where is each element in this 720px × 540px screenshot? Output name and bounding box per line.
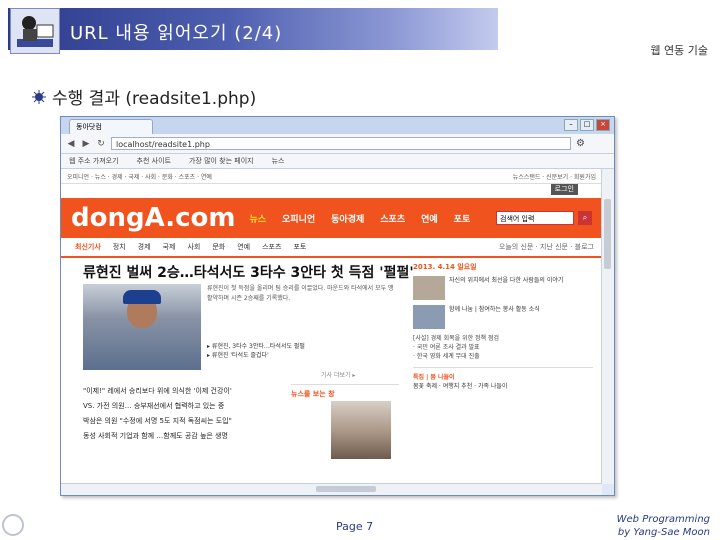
bullet-icon xyxy=(32,89,46,104)
site-search-input[interactable]: 검색어 입력 xyxy=(496,211,574,225)
nav-opinion[interactable]: 오피니언 xyxy=(282,212,315,225)
special-title[interactable]: 특집 | 봄 나들이 xyxy=(413,372,593,381)
url-input[interactable]: localhost/readsite1.php xyxy=(111,137,571,150)
course-label: 웹 연동 기술 xyxy=(650,44,708,57)
maximize-button[interactable]: □ xyxy=(580,119,594,131)
credit-line: Web Programming xyxy=(616,514,710,525)
subnav-item[interactable]: 사회 xyxy=(187,242,200,252)
bookmark-item[interactable]: 추천 사이트 xyxy=(137,154,171,168)
vertical-scrollbar[interactable] xyxy=(601,169,614,484)
bookmark-item[interactable]: 웹 주소 가져오기 xyxy=(69,154,119,168)
list-item[interactable]: VS. 가전 의원… 승부재선에서 협력하고 있는 중 xyxy=(83,399,283,414)
top-links-left[interactable]: 오피니언 · 뉴스 · 경제 · 국제 · 사회 · 문화 · 스포츠 · 연예 xyxy=(67,172,212,181)
special-text[interactable]: 봄꽃 축제 · 여행지 추천 · 가족 나들이 xyxy=(413,381,593,390)
top-links-right[interactable]: 뉴스스탠드 · 신문보기 · 회원가입 xyxy=(513,172,596,181)
side-thumb xyxy=(413,276,445,300)
site-logo[interactable]: dongA.com xyxy=(71,203,235,233)
university-seal-icon xyxy=(2,514,24,536)
column-photo[interactable] xyxy=(331,401,391,459)
scroll-thumb[interactable] xyxy=(604,199,611,269)
site-content: 류현진 벌써 2승…타석서도 3타수 3안타 첫 득점 '펄펄' 류현진이 첫 … xyxy=(61,258,602,459)
site-search: 검색어 입력 ⌕ xyxy=(496,211,592,225)
subnav-right[interactable]: 오늘의 신문 · 지난 신문 · 블로그 xyxy=(499,242,594,252)
window-controls: – □ × xyxy=(564,119,610,131)
back-icon[interactable]: ◀ xyxy=(66,139,76,149)
article-summary: 류현진이 첫 득점을 올리며 팀 승리를 이끌었다. 마운드와 타석에서 모두 … xyxy=(207,285,394,302)
headline-photo[interactable] xyxy=(83,284,201,370)
bookmark-item[interactable]: 가장 많이 찾는 페이지 xyxy=(189,154,254,168)
minimize-button[interactable]: – xyxy=(564,119,578,131)
subnav-item[interactable]: 포토 xyxy=(293,242,306,252)
site-subnav: 최신기사 정치 경제 국제 사회 문화 연예 스포츠 포토 오늘의 신문 · 지… xyxy=(61,238,602,258)
nav-entertainment[interactable]: 연예 xyxy=(421,212,438,225)
related-links: ▸ 류현진, 3타수 3안타…타석서도 펄펄 ▸ 류현진 '타석도 즐겁다' xyxy=(207,342,305,360)
subnav-item[interactable]: 스포츠 xyxy=(262,242,281,252)
search-icon[interactable]: ⌕ xyxy=(578,211,592,225)
side-thumb xyxy=(413,305,445,329)
column-title[interactable]: 뉴스를 보는 창 xyxy=(291,389,399,399)
side-list: [사설] 경제 회복을 위한 정책 점검 · 국민 여론 조사 결과 발표 · … xyxy=(413,334,593,361)
site-sidebar: 2013. 4.14 일요일 자신의 위치에서 최선을 다한 사람들의 이야기 … xyxy=(413,258,593,458)
bookmarks-bar: 웹 주소 가져오기 추천 사이트 가장 많이 찾는 페이지 뉴스 xyxy=(61,154,614,169)
list-item[interactable]: 박삼은 의원 "수정에 서명 5도 지적 독점씨는 도입" xyxy=(83,414,283,429)
nav-sports[interactable]: 스포츠 xyxy=(380,212,405,225)
page-viewport: 오피니언 · 뉴스 · 경제 · 국제 · 사회 · 문화 · 스포츠 · 연예… xyxy=(61,169,602,484)
subnav-item[interactable]: 국제 xyxy=(163,242,176,252)
side-text: 자신의 위치에서 최선을 다한 사람들의 이야기 xyxy=(449,277,564,284)
list-item[interactable]: · 한국 영화 세계 무대 진출 xyxy=(413,352,593,361)
slide-title: URL 내용 읽어오기 (2/4) xyxy=(70,23,283,44)
list-item[interactable]: "이제!" 레에서 승리보다 위에 의식한 '이제 건강이' xyxy=(83,384,283,399)
scroll-thumb[interactable] xyxy=(316,486,376,492)
photo-cap xyxy=(123,290,161,304)
forward-icon[interactable]: ▶ xyxy=(81,139,91,149)
reload-icon[interactable]: ↻ xyxy=(96,139,106,149)
bullet-text: 수행 결과 (readsite1.php) xyxy=(52,89,257,109)
subnav-item[interactable]: 정치 xyxy=(113,242,126,252)
browser-window: 동아닷컴 – □ × ◀ ▶ ↻ localhost/readsite1.php… xyxy=(60,116,615,496)
presenter-logo-icon xyxy=(10,8,60,54)
subnav-item[interactable]: 문화 xyxy=(212,242,225,252)
column-box: 뉴스를 보는 창 xyxy=(291,384,399,459)
bullet-row: 수행 결과 (readsite1.php) xyxy=(32,84,256,109)
login-row: 로그인 xyxy=(61,184,602,198)
page-number: Page 7 xyxy=(336,520,374,533)
tab-strip: 동아닷컴 – □ × xyxy=(61,117,614,134)
subnav-item[interactable]: 최신기사 xyxy=(75,242,101,252)
browser-tab[interactable]: 동아닷컴 xyxy=(69,119,153,134)
list-item[interactable]: 동성 사회적 기업과 함께 …함께도 공감 높은 생명 xyxy=(83,429,283,444)
credit-line: by Yang-Sae Moon xyxy=(617,527,710,538)
site-nav: 뉴스 오피니언 동아경제 스포츠 연예 포토 xyxy=(249,212,470,225)
news-list: "이제!" 레에서 승리보다 위에 의식한 '이제 건강이' VS. 가전 의원… xyxy=(83,384,283,444)
date-label: 2013. 4.14 일요일 xyxy=(413,263,477,271)
more-link[interactable]: 기사 더보기 ▸ xyxy=(321,370,355,379)
related-link[interactable]: ▸ 류현진 '타석도 즐겁다' xyxy=(207,351,305,360)
address-bar: ◀ ▶ ↻ localhost/readsite1.php ⚙ xyxy=(61,134,614,154)
headline[interactable]: 류현진 벌써 2승…타석서도 3타수 3안타 첫 득점 '펄펄' xyxy=(83,262,414,282)
close-button[interactable]: × xyxy=(596,119,610,131)
site-masthead: dongA.com 뉴스 오피니언 동아경제 스포츠 연예 포토 검색어 입력 … xyxy=(61,198,602,238)
footer-credit: Web Programming by Yang-Sae Moon xyxy=(617,513,710,539)
subnav-item[interactable]: 경제 xyxy=(138,242,151,252)
university-logo xyxy=(2,512,72,538)
list-item[interactable]: · 국민 여론 조사 결과 발표 xyxy=(413,343,593,352)
side-item[interactable]: 자신의 위치에서 최선을 다한 사람들의 이야기 xyxy=(413,276,593,300)
side-text: 함께 나눔 | 참여하는 봉사 활동 소식 xyxy=(449,306,540,313)
subnav-item[interactable]: 연예 xyxy=(237,242,250,252)
wrench-icon[interactable]: ⚙ xyxy=(576,138,585,149)
related-link[interactable]: ▸ 류현진, 3타수 3안타…타석서도 펄펄 xyxy=(207,342,305,351)
list-item[interactable]: [사설] 경제 회복을 위한 정책 점검 xyxy=(413,334,593,343)
site-topline: 오피니언 · 뉴스 · 경제 · 국제 · 사회 · 문화 · 스포츠 · 연예… xyxy=(61,169,602,184)
login-button[interactable]: 로그인 xyxy=(550,184,578,195)
bookmark-item[interactable]: 뉴스 xyxy=(272,154,285,168)
nav-economy[interactable]: 동아경제 xyxy=(331,212,364,225)
nav-news[interactable]: 뉴스 xyxy=(249,212,266,225)
nav-photo[interactable]: 포토 xyxy=(454,212,471,225)
special-section: 특집 | 봄 나들이 봄꽃 축제 · 여행지 추천 · 가족 나들이 xyxy=(413,367,593,390)
side-item[interactable]: 함께 나눔 | 참여하는 봉사 활동 소식 xyxy=(413,305,593,329)
horizontal-scrollbar[interactable] xyxy=(61,483,602,495)
